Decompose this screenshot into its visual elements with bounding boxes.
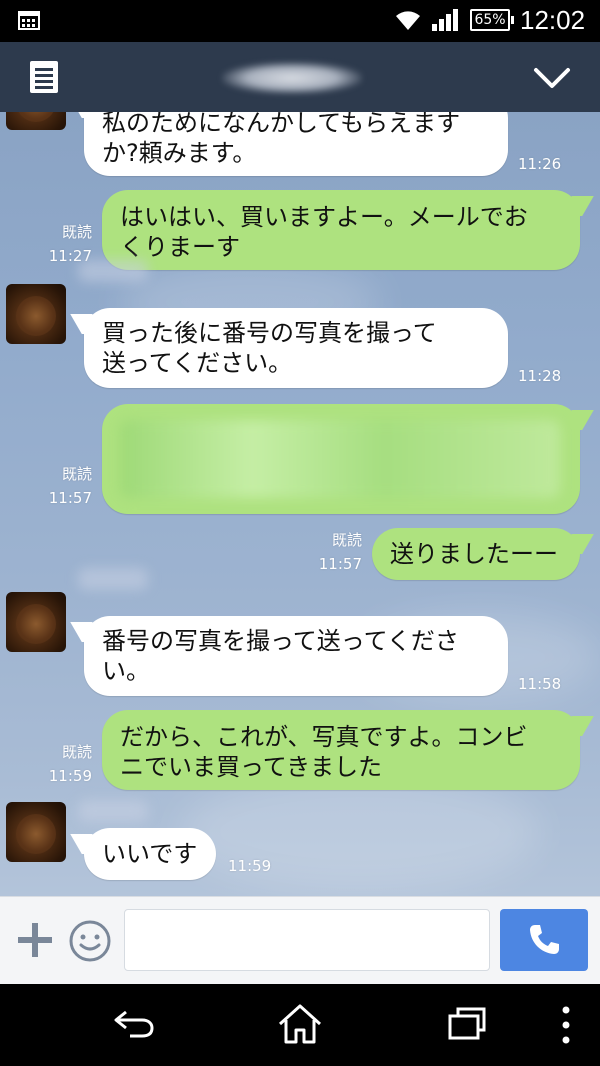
read-receipt: 既読 [61, 223, 92, 241]
message-bubble-outgoing[interactable]: はいはい、買いますよー。メールでお くりまーす [102, 190, 580, 270]
plus-icon[interactable] [14, 919, 56, 961]
message-bubble-incoming[interactable]: 私のためになんかしてもらえます か?頼みます。 [84, 112, 508, 176]
call-button[interactable] [500, 909, 588, 971]
chat-area[interactable]: 私のためになんかしてもらえます か?頼みます。 11:26 既読 11:27 は… [0, 112, 600, 896]
status-bar: 65% 12:02 [0, 0, 600, 42]
back-icon[interactable] [112, 1006, 156, 1042]
message-time: 11:59 [228, 857, 272, 875]
read-receipt: 既読 [61, 743, 92, 761]
read-receipt: 既読 [61, 465, 92, 483]
contact-avatar[interactable] [6, 284, 66, 344]
message-time: 11:57 [318, 555, 362, 573]
menu-icon[interactable] [28, 59, 60, 95]
contact-avatar[interactable] [6, 592, 66, 652]
recent-apps-icon[interactable] [446, 1004, 488, 1044]
message-time: 11:57 [48, 489, 92, 507]
system-nav-bar [0, 984, 600, 1066]
message-input-bar [0, 896, 600, 985]
emoji-icon[interactable] [68, 919, 112, 963]
chat-header [0, 42, 600, 112]
contact-avatar[interactable] [6, 112, 66, 130]
sender-name-redacted [78, 800, 148, 822]
message-bubble-incoming[interactable]: いいです [84, 828, 216, 880]
sender-name-redacted [78, 260, 148, 282]
redacted-content [120, 420, 560, 498]
message-bubble-incoming[interactable]: 番号の写真を撮って送ってくださ い。 [84, 616, 508, 696]
message-bubble-incoming[interactable]: 買った後に番号の写真を撮って 送ってください。 [84, 308, 508, 388]
signal-icon [432, 9, 458, 31]
message-bubble-outgoing[interactable] [102, 404, 580, 514]
battery-indicator: 65% [470, 9, 514, 31]
contact-avatar[interactable] [6, 802, 66, 862]
calendar-icon [18, 11, 40, 30]
message-time: 11:28 [518, 367, 562, 385]
contact-name-redacted [222, 62, 362, 94]
sender-name-redacted [78, 568, 148, 590]
more-icon[interactable] [556, 1002, 576, 1048]
status-time: 12:02 [520, 5, 586, 35]
message-time: 11:59 [48, 767, 92, 785]
message-bubble-outgoing[interactable]: 送りましたーー [372, 528, 580, 580]
message-input[interactable] [124, 909, 490, 971]
message-time: 11:26 [518, 155, 562, 173]
read-receipt: 既読 [331, 531, 362, 549]
wifi-icon [396, 11, 420, 30]
message-bubble-outgoing[interactable]: だから、これが、写真ですよ。コンビ ニでいま買ってきました [102, 710, 580, 790]
chevron-down-icon[interactable] [532, 64, 572, 92]
home-icon[interactable] [276, 1002, 324, 1046]
message-time: 11:58 [518, 675, 562, 693]
phone-icon [530, 925, 559, 954]
